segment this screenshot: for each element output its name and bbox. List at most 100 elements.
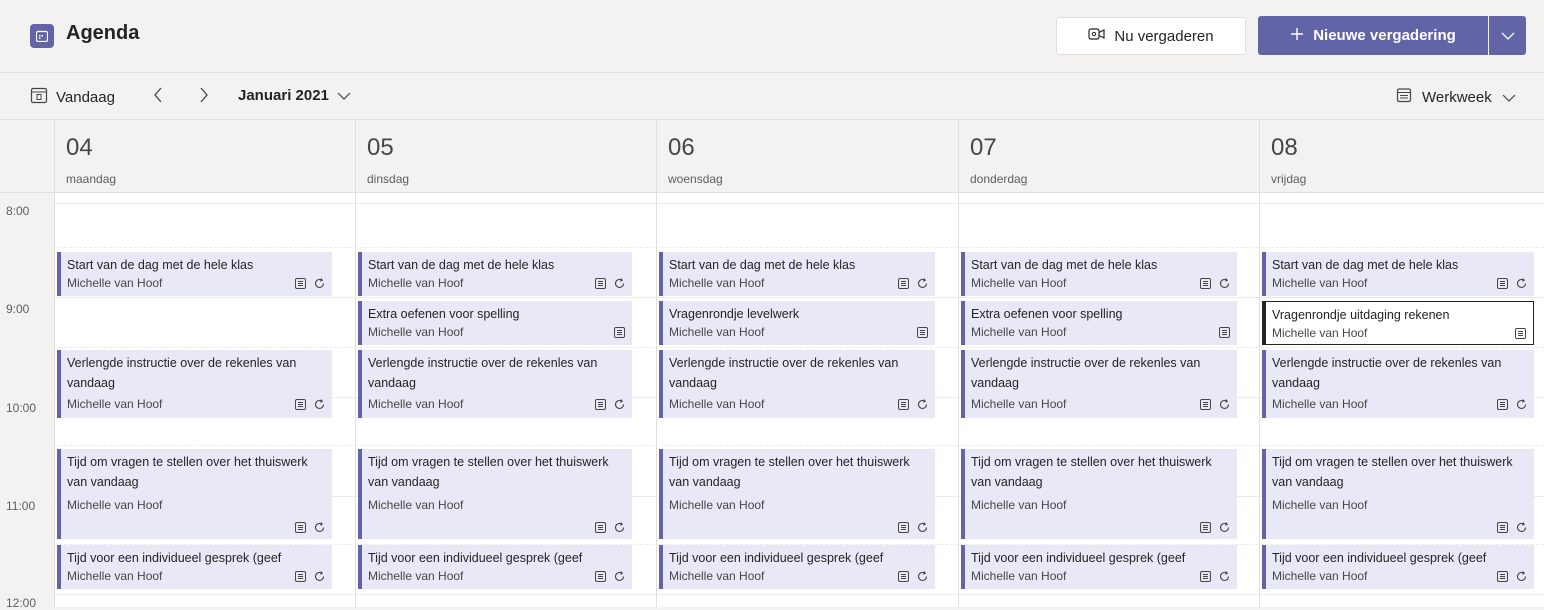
recurring-icon	[916, 277, 929, 295]
calendar-event[interactable]: Tijd voor een individueel gesprek (geef M…	[1262, 545, 1534, 589]
meeting-notes-icon	[1514, 327, 1527, 344]
day-number: 05	[367, 134, 394, 161]
next-week-button[interactable]	[198, 85, 210, 110]
calendar-event[interactable]: Tijd voor een individueel gesprek (geef M…	[358, 545, 632, 589]
meeting-notes-icon	[613, 326, 626, 344]
day-name: vrijdag	[1271, 172, 1307, 186]
calendar-icon	[30, 24, 54, 48]
calendar-event[interactable]: Start van de dag met de hele klas Michell…	[57, 252, 332, 296]
day-name: dinsdag	[367, 172, 410, 186]
event-title: Extra oefenen voor spelling	[368, 307, 520, 321]
recurring-icon	[313, 398, 326, 416]
calendar-event[interactable]: Tijd om vragen te stellen over het thuis…	[659, 449, 935, 539]
event-title: Tijd voor een individueel gesprek (geef	[669, 551, 884, 565]
meeting-notes-icon	[897, 398, 910, 416]
day-header-wednesday[interactable]: 06 woensdag	[656, 120, 958, 193]
day-header-tuesday[interactable]: 05 dinsdag	[355, 120, 656, 193]
day-header-thursday[interactable]: 07 donderdag	[958, 120, 1259, 193]
calendar-event[interactable]: Verlengde instructie over de rekenles va…	[57, 350, 332, 418]
calendar-event[interactable]: Verlengde instructie over de rekenles va…	[358, 350, 632, 418]
recurring-icon	[613, 277, 626, 295]
event-icons	[594, 398, 626, 416]
event-icons	[594, 521, 626, 539]
meeting-notes-icon	[1496, 277, 1509, 295]
hour-line	[54, 297, 1544, 298]
meeting-notes-icon	[294, 521, 307, 539]
event-organizer: Michelle van Hoof	[1272, 326, 1368, 340]
half-hour-line	[54, 445, 1544, 446]
video-camera-icon	[1088, 26, 1106, 46]
calendar-event[interactable]: Tijd om vragen te stellen over het thuis…	[358, 449, 632, 539]
time-label: 8:00	[6, 204, 30, 218]
time-label: 12:00	[6, 596, 37, 610]
day-header-friday[interactable]: 08 vrijdag	[1259, 120, 1544, 193]
calendar-event[interactable]: Verlengde instructie over de rekenles va…	[1262, 350, 1534, 418]
day-name: donderdag	[970, 172, 1028, 186]
meeting-notes-icon	[594, 398, 607, 416]
calendar-event[interactable]: Tijd om vragen te stellen over het thuis…	[961, 449, 1237, 539]
event-icons	[897, 521, 929, 539]
meet-now-button[interactable]: Nu vergaderen	[1056, 17, 1246, 55]
event-icons	[294, 570, 326, 588]
week-view-icon	[1396, 87, 1412, 107]
calendar-event[interactable]: Extra oefenen voor spelling Michelle van …	[358, 301, 632, 345]
meeting-notes-icon	[1218, 326, 1231, 344]
hour-line	[54, 203, 1544, 204]
event-organizer: Michelle van Hoof	[971, 569, 1067, 583]
event-organizer: Michelle van Hoof	[67, 397, 163, 411]
event-organizer: Michelle van Hoof	[1272, 397, 1368, 411]
new-meeting-button[interactable]: Nieuwe vergadering	[1258, 16, 1488, 55]
day-header-monday[interactable]: 04 maandag	[54, 120, 355, 193]
event-organizer: Michelle van Hoof	[368, 498, 464, 512]
view-switcher[interactable]: Werkweek	[1396, 87, 1516, 107]
event-organizer: Michelle van Hoof	[67, 498, 163, 512]
recurring-icon	[313, 570, 326, 588]
calendar-event[interactable]: Tijd voor een individueel gesprek (geef M…	[659, 545, 935, 589]
day-name: woensdag	[668, 172, 723, 186]
calendar-event[interactable]: Tijd om vragen te stellen over het thuis…	[1262, 449, 1534, 539]
event-title: Start van de dag met de hele klas	[67, 258, 254, 272]
calendar-event[interactable]: Tijd voor een individueel gesprek (geef M…	[57, 545, 332, 589]
today-button[interactable]: Vandaag	[30, 86, 115, 108]
calendar-event[interactable]: Start van de dag met de hele klas Michell…	[659, 252, 935, 296]
event-organizer: Michelle van Hoof	[368, 276, 464, 290]
event-organizer: Michelle van Hoof	[669, 397, 765, 411]
event-title: Tijd voor een individueel gesprek (geef	[368, 551, 583, 565]
calendar-event[interactable]: Tijd voor een individueel gesprek (geef M…	[961, 545, 1237, 589]
calendar-event[interactable]: Verlengde instructie over de rekenles va…	[961, 350, 1237, 418]
calendar-event[interactable]: Start van de dag met de hele klas Michell…	[1262, 252, 1534, 296]
event-organizer: Michelle van Hoof	[1272, 276, 1368, 290]
event-icons	[1218, 326, 1231, 344]
calendar-event[interactable]: Start van de dag met de hele klas Michell…	[358, 252, 632, 296]
event-title: Start van de dag met de hele klas	[669, 258, 856, 272]
event-title: Verlengde instructie over de rekenles va…	[669, 356, 899, 390]
today-calendar-icon	[30, 86, 48, 108]
chevron-down-icon	[1501, 27, 1515, 45]
day-number: 06	[668, 134, 695, 161]
day-number: 07	[970, 134, 997, 161]
calendar-event[interactable]: Verlengde instructie over de rekenles va…	[659, 350, 935, 418]
month-picker[interactable]: Januari 2021	[238, 87, 351, 104]
calendar-event[interactable]: Vragenrondje uitdaging rekenen Michelle v…	[1262, 301, 1534, 345]
recurring-icon	[916, 570, 929, 588]
meeting-notes-icon	[1199, 521, 1212, 539]
calendar-event[interactable]: Vragenrondje levelwerk Michelle van Hoof	[659, 301, 935, 345]
calendar-event[interactable]: Start van de dag met de hele klas Michell…	[961, 252, 1237, 296]
calendar-event[interactable]: Tijd om vragen te stellen over het thuis…	[57, 449, 332, 539]
day-number: 08	[1271, 134, 1298, 161]
event-icons	[897, 277, 929, 295]
meeting-notes-icon	[1496, 570, 1509, 588]
meeting-notes-icon	[594, 277, 607, 295]
event-title: Verlengde instructie over de rekenles va…	[368, 356, 598, 390]
event-title: Tijd voor een individueel gesprek (geef	[971, 551, 1186, 565]
half-hour-line	[54, 347, 1544, 348]
event-title: Tijd om vragen te stellen over het thuis…	[669, 455, 910, 489]
event-organizer: Michelle van Hoof	[669, 325, 765, 339]
calendar-event[interactable]: Extra oefenen voor spelling Michelle van …	[961, 301, 1237, 345]
previous-week-button[interactable]	[152, 85, 164, 110]
meeting-notes-icon	[294, 277, 307, 295]
recurring-icon	[613, 398, 626, 416]
day-name: maandag	[66, 172, 117, 186]
new-meeting-dropdown-button[interactable]	[1489, 16, 1526, 55]
event-title: Tijd om vragen te stellen over het thuis…	[368, 455, 609, 489]
